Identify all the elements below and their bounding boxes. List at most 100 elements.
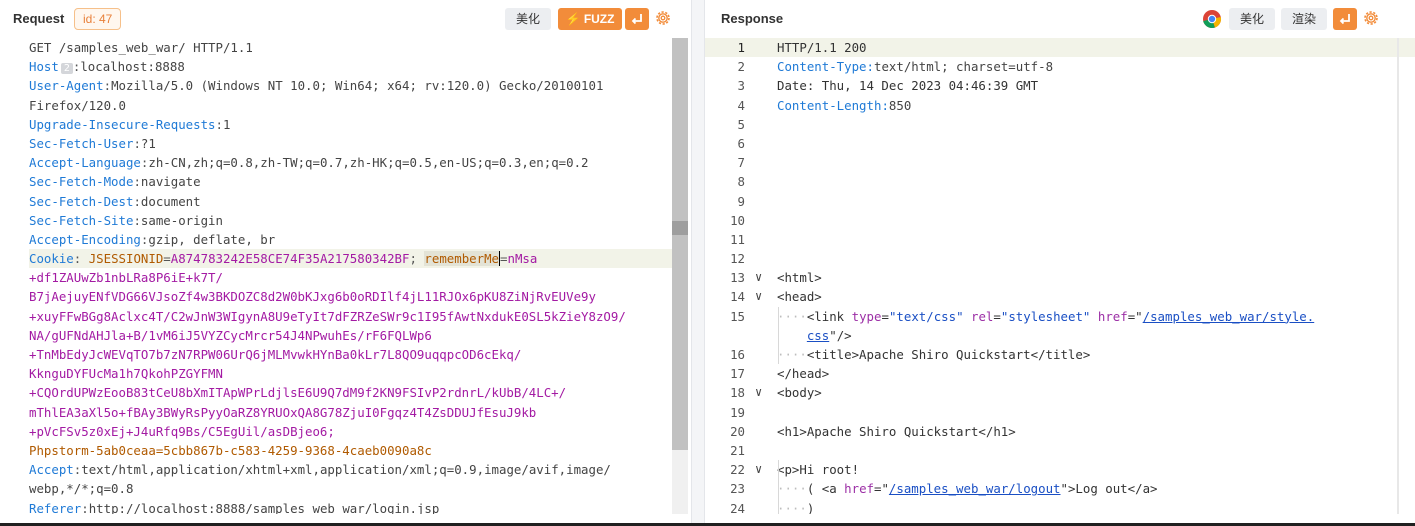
response-line[interactable]: 1 HTTP/1.1 200 bbox=[705, 38, 1415, 58]
link-tag: <link bbox=[806, 308, 845, 324]
header-key: Accept-Encoding bbox=[29, 231, 141, 247]
indent: ···· bbox=[777, 308, 807, 324]
date-line: Date: Thu, 14 Dec 2023 04:46:39 GMT bbox=[777, 78, 1039, 94]
request-line[interactable]: Accept:text/html,application/xhtml+xml,a… bbox=[29, 460, 672, 479]
indent: ···· bbox=[777, 500, 807, 515]
attr-value: "stylesheet" bbox=[1000, 308, 1091, 324]
response-line[interactable]: 24 ····) bbox=[705, 499, 1415, 515]
response-code[interactable]: 1 HTTP/1.1 200 2 Content-Type:text/html; ch… bbox=[705, 38, 1415, 514]
response-wrap-button[interactable] bbox=[1333, 8, 1357, 30]
response-scrollbar-track[interactable] bbox=[1397, 38, 1399, 514]
header-value: document bbox=[140, 193, 201, 209]
fuzz-button[interactable]: ⚡ FUZZ bbox=[558, 8, 622, 30]
cookie-line[interactable]: Cookie: JSESSIONID=A874783242E58CE74F35A… bbox=[29, 249, 672, 269]
request-line[interactable]: GET /samples_web_war/ HTTP/1.1 bbox=[29, 38, 672, 57]
cookie-continuation-line[interactable]: +pVcFSv5z0xEj+J4uRfq9Bs/C5EgUil/asDBjeo6… bbox=[29, 422, 672, 441]
response-line[interactable]: 2 Content-Type:text/html; charset=utf-8 bbox=[705, 57, 1415, 76]
host-badge: 2 bbox=[60, 63, 73, 75]
cookie-continuation-line[interactable]: NA/gUFNdAHJla+B/1vM6iJ5VYZCycMrcr54J4NPw… bbox=[29, 326, 672, 345]
html-open-tag: <html> bbox=[777, 270, 822, 286]
request-line[interactable]: Sec-Fetch-User:?1 bbox=[29, 134, 672, 153]
request-send-button[interactable] bbox=[625, 8, 649, 30]
panel-splitter[interactable] bbox=[691, 0, 705, 526]
request-line[interactable]: Host 2:localhost:8888 bbox=[29, 57, 672, 76]
response-beautify-button[interactable]: 美化 bbox=[1229, 8, 1275, 30]
response-line[interactable]: 11 bbox=[705, 230, 1415, 249]
attr-value: "text/css" bbox=[888, 308, 964, 324]
response-line[interactable]: 19 bbox=[705, 403, 1415, 422]
response-line[interactable]: 9 bbox=[705, 192, 1415, 211]
code-token: " bbox=[1060, 481, 1068, 497]
request-line[interactable]: Sec-Fetch-Mode:navigate bbox=[29, 172, 672, 191]
request-code[interactable]: GET /samples_web_war/ HTTP/1.1 Host 2:loca… bbox=[0, 38, 672, 514]
cookie-continuation-line[interactable]: +xuyFFwBGg8Aclxc4T/C2wJnW3WIgynA8U9eTyIt… bbox=[29, 307, 672, 326]
head-open-tag: <head> bbox=[777, 289, 822, 305]
header-colon: : bbox=[103, 78, 112, 94]
head-close-tag: </head> bbox=[777, 366, 830, 382]
header-colon: : bbox=[73, 251, 89, 267]
request-line[interactable]: webp,*/*;q=0.8 bbox=[29, 479, 672, 498]
response-line[interactable]: 20 <h1>Apache Shiro Quickstart</h1> bbox=[705, 422, 1415, 441]
chevron-down-icon[interactable]: ∨ bbox=[755, 460, 769, 479]
request-line[interactable]: Firefox/120.0 bbox=[29, 96, 672, 115]
response-line[interactable]: 17 </head> bbox=[705, 364, 1415, 383]
cookie-continuation-line[interactable]: Phpstorm-5ab0ceaa=5cbb867b-c583-4259-936… bbox=[29, 441, 672, 460]
h1-tag: <h1>Apache Shiro Quickstart</h1> bbox=[777, 423, 1016, 439]
response-line[interactable]: 14 ∨ <head> bbox=[705, 287, 1415, 306]
request-line[interactable]: Accept-Encoding:gzip, deflate, br bbox=[29, 230, 672, 249]
response-line[interactable]: 7 bbox=[705, 153, 1415, 172]
request-line[interactable]: Upgrade-Insecure-Requests:1 bbox=[29, 115, 672, 134]
request-beautify-button[interactable]: 美化 bbox=[505, 8, 551, 30]
line-number: 4 bbox=[737, 97, 745, 113]
response-line-text: ····) bbox=[777, 499, 814, 515]
separator: ; bbox=[409, 251, 425, 267]
request-line[interactable]: User-Agent:Mozilla/5.0 (Windows NT 10.0;… bbox=[29, 76, 672, 95]
cookie-continuation-line[interactable]: mThlEA3aXl5o+fBAy3BWyRsPyyOaRZ8YRUOxQA8G… bbox=[29, 403, 672, 422]
response-line[interactable]: 15 ····<link type="text/css" rel="stylesh… bbox=[705, 307, 1415, 326]
request-line[interactable]: Sec-Fetch-Dest:document bbox=[29, 192, 672, 211]
request-settings-gear-icon[interactable] bbox=[654, 9, 672, 27]
response-line[interactable]: 10 bbox=[705, 211, 1415, 230]
response-line[interactable]: 23 ····( <a href="/samples_web_war/logout… bbox=[705, 479, 1415, 498]
line-number: 13 bbox=[730, 270, 745, 286]
line-number: 2 bbox=[737, 59, 745, 75]
response-line[interactable]: 4 Content-Length:850 bbox=[705, 96, 1415, 115]
response-line[interactable]: 18 ∨ <body> bbox=[705, 383, 1415, 402]
response-line[interactable]: 3 Date: Thu, 14 Dec 2023 04:46:39 GMT bbox=[705, 76, 1415, 95]
header-key: Sec-Fetch-User bbox=[29, 135, 134, 151]
response-line[interactable]: 6 bbox=[705, 134, 1415, 153]
response-line-text: ····( <a href="/samples_web_war/logout">… bbox=[777, 479, 1158, 498]
response-settings-gear-icon[interactable] bbox=[1362, 9, 1380, 27]
response-editor[interactable]: 1 HTTP/1.1 200 2 Content-Type:text/html; ch… bbox=[705, 38, 1415, 514]
header-colon: : bbox=[81, 500, 89, 515]
render-button[interactable]: 渲染 bbox=[1281, 8, 1327, 30]
response-line[interactable]: css"/> bbox=[705, 326, 1415, 345]
chevron-down-icon[interactable]: ∨ bbox=[755, 268, 769, 287]
response-line[interactable]: 8 bbox=[705, 172, 1415, 191]
chevron-down-icon[interactable]: ∨ bbox=[755, 383, 769, 402]
request-line[interactable]: Sec-Fetch-Site:same-origin bbox=[29, 211, 672, 230]
request-line[interactable]: Referer:http://localhost:8888/samples_we… bbox=[29, 499, 672, 515]
chevron-down-icon[interactable]: ∨ bbox=[755, 287, 769, 306]
cookie-continuation-line[interactable]: +df1ZAUwZb1nbLRa8P6iE+k7T/ bbox=[29, 268, 672, 287]
cookie-continuation-line[interactable]: KknguDYFUcMa1h7QkohPZGYFMN bbox=[29, 364, 672, 383]
cookie-continuation-line[interactable]: +CQOrdUPWzEooB83tCeU8bXmITApWPrLdjlsE6U9… bbox=[29, 383, 672, 402]
response-line[interactable]: 22 ∨ <p>Hi root! bbox=[705, 460, 1415, 479]
request-line[interactable]: Accept-Language:zh-CN,zh;q=0.8,zh-TW;q=0… bbox=[29, 153, 672, 172]
chrome-browser-icon[interactable] bbox=[1202, 9, 1222, 29]
response-line[interactable]: 21 bbox=[705, 441, 1415, 460]
response-line[interactable]: 13 ∨ <html> bbox=[705, 268, 1415, 287]
cookie-continuation-line[interactable]: +TnMbEdyJcWEVqTO7b7zN7RPW06UrQ6jMLMvwkHY… bbox=[29, 345, 672, 364]
cookie-continuation-line[interactable]: B7jAejuyENfVDG66VJsoZf4w3BKDOZC8d2W0bKJx… bbox=[29, 287, 672, 306]
response-line-text: ····<title>Apache Shiro Quickstart</titl… bbox=[777, 345, 1090, 364]
request-scrollbar-thumb[interactable] bbox=[672, 38, 688, 450]
response-line[interactable]: 5 bbox=[705, 115, 1415, 134]
line-number: 7 bbox=[737, 155, 745, 171]
response-line[interactable]: 16 ····<title>Apache Shiro Quickstart</ti… bbox=[705, 345, 1415, 364]
response-line[interactable]: 12 bbox=[705, 249, 1415, 268]
header-key: Accept-Language bbox=[29, 155, 141, 171]
jsession-value: A874783242E58CE74F35A217580342BF bbox=[170, 251, 410, 267]
request-editor[interactable]: GET /samples_web_war/ HTTP/1.1 Host 2:loca… bbox=[0, 38, 690, 514]
